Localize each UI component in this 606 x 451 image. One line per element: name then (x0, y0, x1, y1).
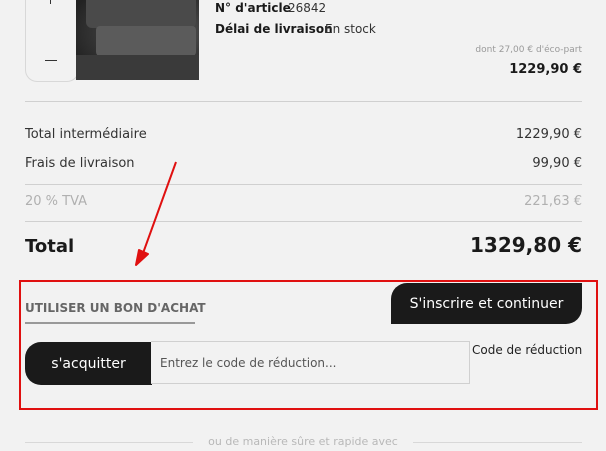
product-price: 1229,90 € (509, 62, 582, 77)
discount-code-input[interactable] (151, 341, 470, 384)
payment-separator-text: ou de manière sûre et rapide avec (208, 435, 398, 448)
vat-value: 221,63 € (524, 194, 582, 209)
plus-icon (50, 0, 51, 4)
shipping-value: 99,90 € (532, 156, 582, 171)
coupon-title-underline (25, 322, 195, 324)
register-continue-button[interactable]: S'inscrire et continuer (391, 283, 582, 324)
article-number-label: N° d'article (215, 1, 291, 15)
subtotal-value: 1229,90 € (515, 127, 582, 142)
delivery-time-value: En stock (325, 22, 376, 36)
quantity-decrease-button[interactable] (40, 52, 62, 70)
vat-label: 20 % TVA (25, 194, 88, 209)
divider (25, 101, 582, 102)
divider (25, 221, 582, 222)
divider (25, 184, 582, 185)
quantity-increase-button[interactable] (43, 0, 59, 8)
product-image[interactable] (76, 0, 199, 80)
apply-coupon-button[interactable]: s'acquitter (25, 342, 152, 385)
minus-icon (45, 60, 57, 61)
discount-code-label: Code de réduction (472, 343, 583, 357)
eco-participation-note: dont 27,00 € d'éco-part (475, 45, 582, 55)
delivery-time-label: Délai de livraison (215, 22, 333, 36)
subtotal-label: Total intermédiaire (25, 127, 147, 142)
article-number-value: 26842 (288, 1, 327, 15)
total-value: 1329,80 € (470, 233, 582, 257)
coupon-section-title[interactable]: UTILISER UN BON D'ACHAT (25, 301, 206, 315)
shipping-label: Frais de livraison (25, 156, 135, 171)
total-label: Total (25, 236, 75, 257)
